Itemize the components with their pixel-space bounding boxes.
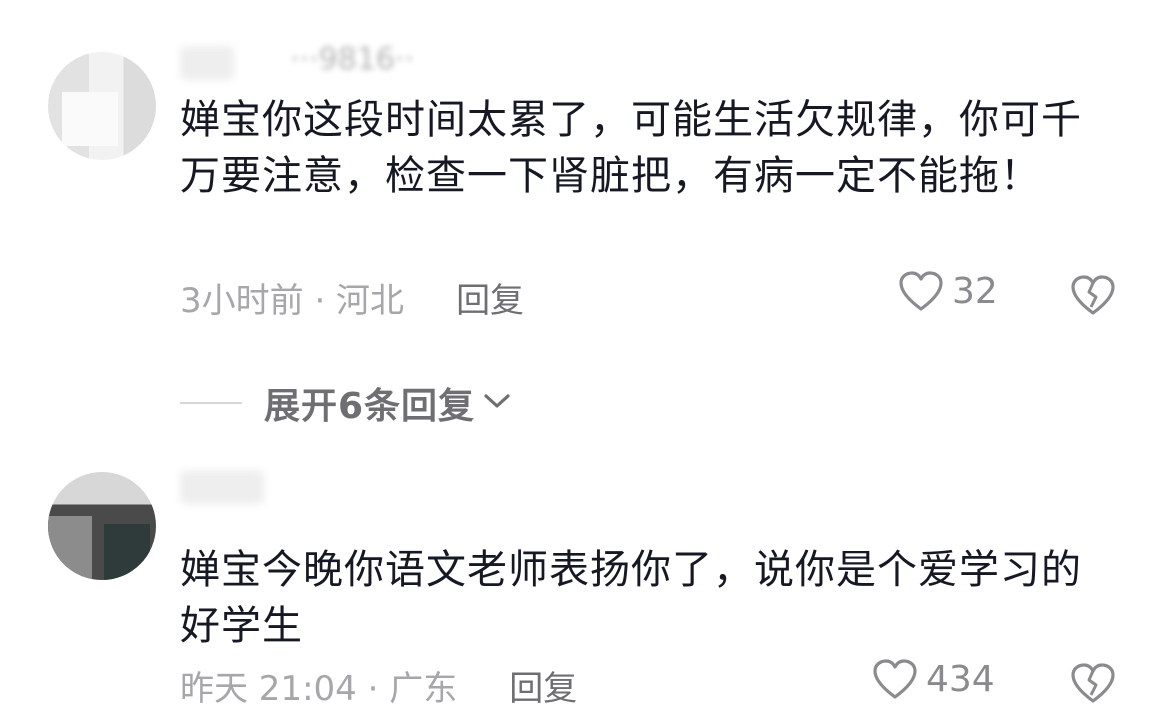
- like-button[interactable]: 32: [898, 270, 998, 312]
- broken-heart-icon: [1070, 663, 1116, 708]
- comment-text: 婵宝今晚你语文老师表扬你了，说你是个爱学习的好学生: [180, 547, 1082, 649]
- username[interactable]: ···9816··: [290, 42, 414, 77]
- expand-replies-label: 展开6条回复: [264, 386, 476, 427]
- dislike-button[interactable]: [1070, 274, 1116, 320]
- chevron-down-icon: [483, 391, 511, 415]
- avatar[interactable]: [48, 472, 156, 580]
- reply-button[interactable]: 回复: [509, 661, 577, 710]
- comment-time-location: 3小时前 · 河北: [180, 280, 405, 321]
- divider: [180, 402, 242, 404]
- comment-text: 婵宝你这段时间太累了，可能生活欠规律，你可千万要注意，检查一下肾脏把，有病一定不…: [180, 97, 1082, 199]
- like-count: 434: [926, 658, 995, 700]
- expand-replies-button[interactable]: 展开6条回复: [180, 378, 511, 428]
- avatar[interactable]: [48, 52, 156, 160]
- comment-meta: 3小时前 · 河北 回复: [180, 272, 524, 322]
- comment-item-1: ···9816·· 婵宝你这段时间太累了，可能生活欠规律，你可千万要注意，检查一…: [0, 0, 1170, 360]
- broken-heart-icon: [1070, 275, 1116, 320]
- dislike-button[interactable]: [1070, 662, 1116, 708]
- username-blur: [180, 46, 234, 80]
- username-blur: [180, 470, 264, 504]
- comment-item-2: 婵宝今晚你语文老师表扬你了，说你是个爱学习的好学生 昨天 21:04 · 广东 …: [0, 462, 1170, 718]
- like-button[interactable]: 434: [872, 658, 995, 700]
- like-count: 32: [952, 270, 998, 312]
- comment-meta: 昨天 21:04 · 广东 回复: [180, 660, 577, 710]
- heart-outline-icon: [872, 658, 918, 700]
- comment-time-location: 昨天 21:04 · 广东: [180, 668, 458, 709]
- reply-button[interactable]: 回复: [456, 273, 524, 322]
- heart-outline-icon: [898, 270, 944, 312]
